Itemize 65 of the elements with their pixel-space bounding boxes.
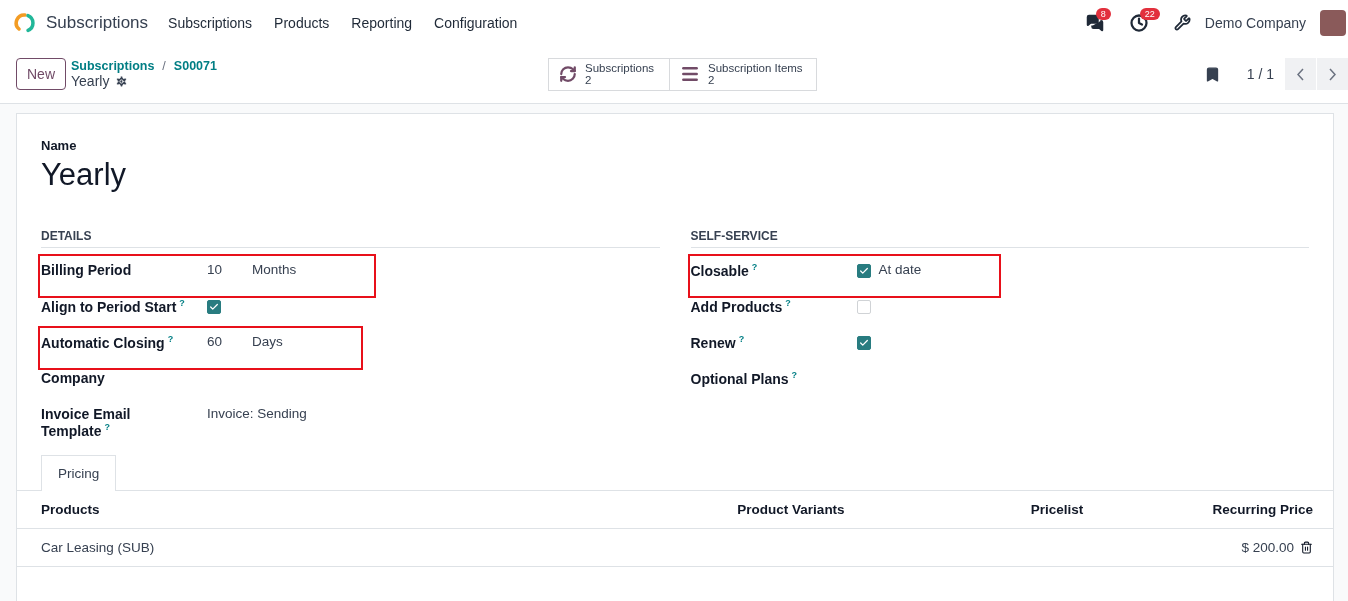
app-name[interactable]: Subscriptions (46, 12, 149, 33)
field-value: 60 (207, 334, 223, 349)
field-label: Automatic Closing $^{?}$ (41, 334, 175, 351)
field-label: Optional Plans $^{?}$ (690, 370, 798, 387)
field-label: Invoice Email Template $^{?}$ (41, 406, 132, 439)
checkbox-label: At date (878, 262, 922, 277)
check-icon (858, 338, 869, 348)
check-icon (209, 302, 219, 312)
chevron-right-icon (1329, 67, 1336, 81)
refresh-icon (559, 65, 577, 83)
menu-item[interactable]: Subscriptions (168, 14, 253, 31)
field-label: Add Products $^{?}$ (690, 298, 792, 315)
tab[interactable]: Pricing (41, 454, 117, 491)
table-cell-text: Car Leasing (SUB) (41, 539, 156, 555)
help-mark[interactable]: ? (179, 298, 185, 308)
chat-icon[interactable] (1085, 13, 1104, 32)
menu-item[interactable]: Reporting (351, 14, 413, 31)
field-value: Months (252, 262, 297, 277)
trash-icon[interactable] (1300, 540, 1313, 554)
column-header[interactable]: Recurring Price (1163, 501, 1313, 517)
list-icon (680, 64, 700, 84)
section-title: SELF-SERVICE (690, 229, 1309, 248)
help-mark[interactable]: ? (791, 370, 797, 380)
field-label: Name (41, 138, 78, 153)
column-header[interactable]: Pricelist (951, 501, 1163, 517)
chevron-left-icon (1297, 67, 1304, 81)
checkbox[interactable] (856, 264, 871, 278)
field-label: Renew $^{?}$ (690, 334, 746, 351)
field-value: Invoice: Sending (207, 406, 307, 421)
field-label: Closable $^{?}$ (690, 262, 759, 279)
field-label: Align to Period Start $^{?}$ (41, 298, 186, 315)
help-mark[interactable]: ? (751, 262, 758, 272)
help-mark[interactable]: ? (785, 298, 791, 308)
smart-button[interactable]: Subscription Items 2 (669, 57, 817, 91)
breadcrumb-link[interactable]: Subscriptions (71, 59, 155, 73)
breadcrumb-separator: / (162, 59, 166, 73)
tools-icon[interactable] (1173, 14, 1191, 31)
column-header[interactable]: Product Variants (631, 501, 951, 517)
company-name[interactable]: Demo Company (1204, 14, 1306, 31)
help-mark[interactable]: ? (104, 422, 110, 432)
pager[interactable]: 1 / 1 (1246, 66, 1274, 82)
checkbox[interactable] (207, 300, 221, 314)
help-mark[interactable]: ? (738, 334, 745, 344)
menu-item[interactable]: Configuration (434, 14, 518, 31)
new-button[interactable]: New (16, 58, 66, 90)
field-value: Days (252, 334, 283, 349)
section-title: DETAILS (41, 229, 660, 248)
smart-button[interactable]: Subscriptions 2 (548, 57, 670, 91)
notification-badge: 8 (1095, 7, 1111, 20)
notification-badge: 22 (1139, 7, 1160, 20)
breadcrumb-link[interactable]: S00071 (173, 59, 217, 73)
record-title: Yearly (71, 73, 110, 89)
checkbox[interactable] (856, 336, 871, 350)
settings-icon[interactable] (115, 74, 129, 88)
help-mark[interactable]: ? (167, 334, 174, 344)
name-field[interactable]: Yearly (41, 157, 1309, 193)
field-value: 10 (207, 262, 223, 277)
field-label: Billing Period (41, 262, 133, 278)
column-header[interactable]: Products (41, 501, 631, 517)
check-icon (858, 266, 869, 276)
app-logo-icon (14, 11, 36, 34)
menu-item[interactable]: Products (274, 14, 330, 31)
table-cell: $ 200.00 (1241, 539, 1294, 555)
field-label: Company (41, 370, 106, 386)
avatar[interactable] (1320, 9, 1346, 36)
